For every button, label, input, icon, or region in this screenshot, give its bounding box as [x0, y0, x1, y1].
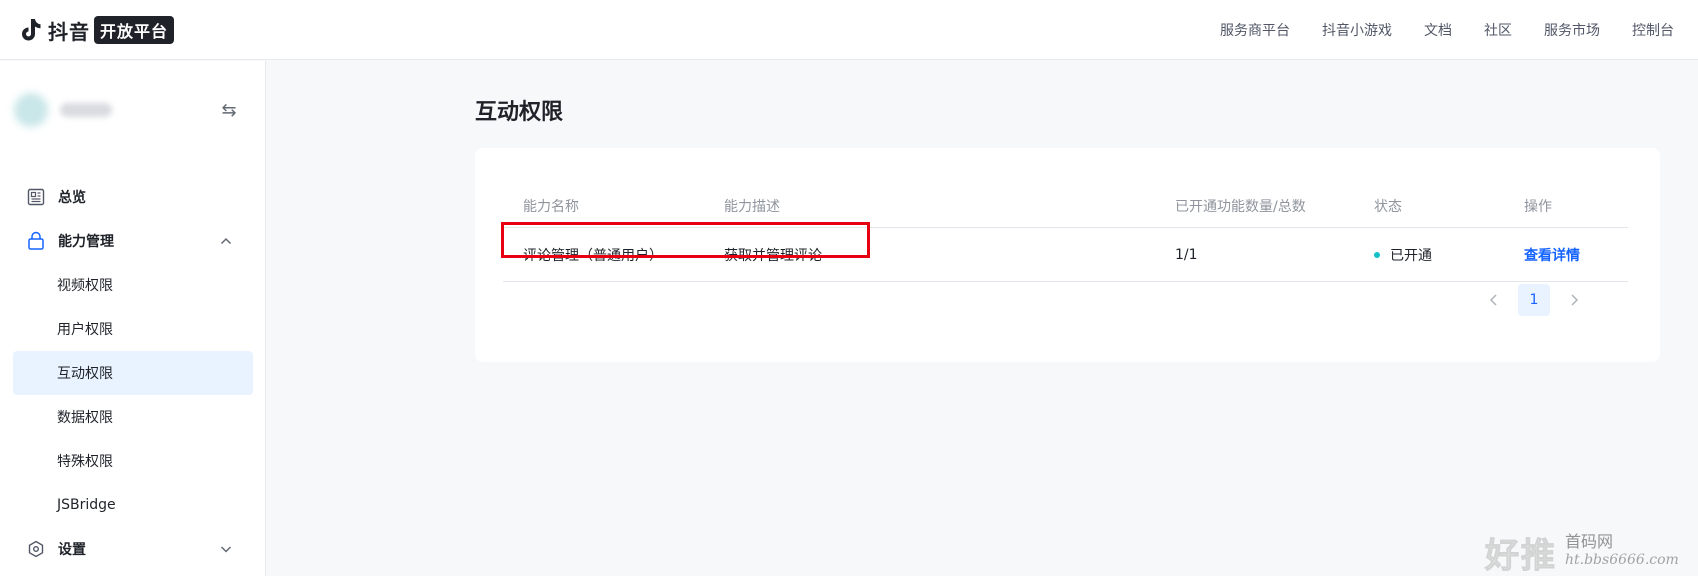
nav-console[interactable]: 控制台 [1632, 20, 1674, 40]
top-nav: 服务商平台 抖音小游戏 文档 社区 服务市场 控制台 [1188, 0, 1674, 60]
logo[interactable]: 抖音 开放平台 [16, 14, 175, 46]
sidebar-subitem-user[interactable]: 用户权限 [13, 307, 253, 351]
page-title: 互动权限 [475, 100, 564, 125]
chevron-down-icon[interactable] [218, 541, 234, 557]
brand-name: 抖音 [48, 19, 90, 44]
sidebar-item-overview[interactable]: 总览 [0, 175, 266, 219]
lock-icon [26, 231, 46, 251]
next-page-icon[interactable] [1558, 284, 1590, 316]
sidebar-menu: 总览 能力管理 视频权限 用户权限 互动权限 数据权限 特殊权限 JSBridg… [0, 175, 266, 571]
douyin-logo-icon [22, 19, 41, 41]
nav-service-provider[interactable]: 服务商平台 [1220, 20, 1290, 40]
column-header-action: 操作 [1524, 198, 1552, 215]
column-header-name: 能力名称 [523, 198, 579, 215]
table-row: 评论管理（普通用户） 获取并管理评论 1/1 已开通 查看详情 [503, 228, 1628, 282]
sidebar-subitem-special[interactable]: 特殊权限 [13, 439, 253, 483]
column-header-count: 已开通功能数量/总数 [1175, 198, 1306, 215]
column-header-status: 状态 [1374, 198, 1402, 215]
page-number-button[interactable]: 1 [1518, 284, 1550, 316]
sidebar: ⇆ 总览 能力管理 视频权限 用户权限 互动权限 数据权限 特殊权限 JSBri… [0, 61, 266, 576]
gear-icon [26, 539, 46, 559]
nav-mini-games[interactable]: 抖音小游戏 [1322, 20, 1392, 40]
status-badge: 已开通 [1374, 228, 1432, 281]
column-header-desc: 能力描述 [724, 198, 780, 215]
pagination: 1 [1478, 284, 1590, 316]
sidebar-subitem-interaction[interactable]: 互动权限 [13, 351, 253, 395]
nav-docs[interactable]: 文档 [1424, 20, 1452, 40]
watermark-line1: 首码网 [1565, 532, 1614, 551]
sidebar-item-capability[interactable]: 能力管理 [0, 219, 266, 263]
table-header: 能力名称 能力描述 已开通功能数量/总数 状态 操作 [503, 184, 1628, 228]
sidebar-item-label: 总览 [58, 190, 86, 206]
nav-community[interactable]: 社区 [1484, 20, 1512, 40]
capability-desc: 获取并管理评论 [724, 247, 822, 264]
nav-service-market[interactable]: 服务市场 [1544, 20, 1600, 40]
account-name-blurred [60, 103, 112, 117]
switch-account-icon[interactable]: ⇆ [218, 101, 240, 121]
prev-page-icon[interactable] [1478, 284, 1510, 316]
sidebar-item-settings[interactable]: 设置 [0, 527, 266, 571]
watermark-side: 首码网 ht.bbs6666.com [1565, 528, 1679, 568]
capability-name: 评论管理（普通用户） [523, 247, 663, 264]
brand-badge: 开放平台 [94, 16, 175, 44]
capability-count: 1/1 [1175, 246, 1198, 263]
chevron-up-icon[interactable] [218, 233, 234, 249]
permissions-card: 能力名称 能力描述 已开通功能数量/总数 状态 操作 评论管理（普通用户） 获取… [475, 148, 1660, 362]
sidebar-subitem-jsbridge[interactable]: JSBridge [13, 483, 253, 527]
top-navbar: 抖音 开放平台 服务商平台 抖音小游戏 文档 社区 服务市场 控制台 [0, 0, 1698, 60]
sidebar-subitem-data[interactable]: 数据权限 [13, 395, 253, 439]
sidebar-item-label: 能力管理 [58, 234, 114, 250]
watermark: 好推 首码网 ht.bbs6666.com [1485, 528, 1679, 576]
avatar [14, 93, 48, 127]
sidebar-item-label: 设置 [58, 542, 86, 558]
status-dot-icon [1374, 251, 1380, 258]
sidebar-subitem-video[interactable]: 视频权限 [13, 263, 253, 307]
dashboard-icon [26, 187, 46, 207]
watermark-line2: ht.bbs6666.com [1565, 552, 1679, 568]
account-switcher[interactable] [14, 93, 124, 127]
status-text: 已开通 [1390, 247, 1432, 264]
watermark-logo-text: 好推 [1485, 536, 1557, 576]
view-details-link[interactable]: 查看详情 [1524, 228, 1580, 281]
